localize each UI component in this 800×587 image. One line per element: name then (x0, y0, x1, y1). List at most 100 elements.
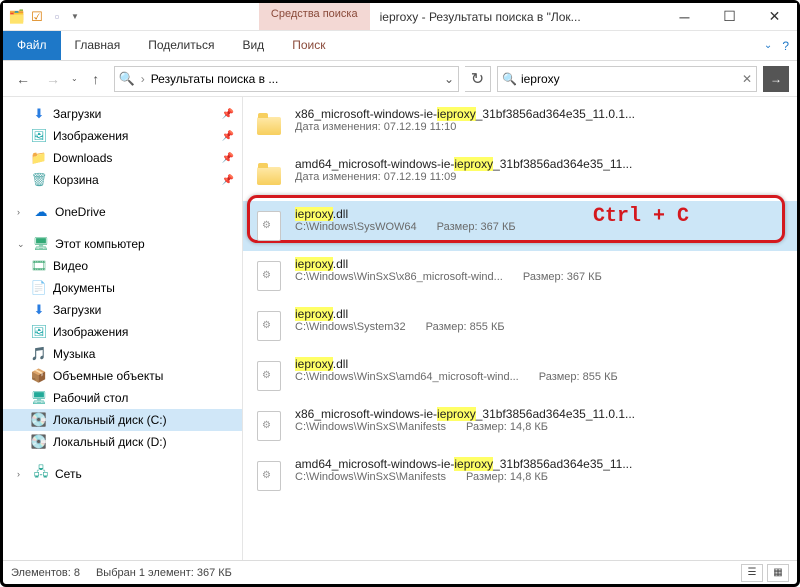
file-icon (253, 407, 285, 445)
result-filename: amd64_microsoft-windows-ie-ieproxy_31bf3… (295, 157, 787, 171)
result-details: C:\Windows\SysWOW64Размер: 367 КБ (295, 221, 787, 233)
download-icon: ⬇ (31, 106, 47, 122)
back-button[interactable]: ← (11, 67, 35, 91)
close-button[interactable]: ✕ (752, 3, 797, 31)
ribbon-tabs: Файл Главная Поделиться Вид Поиск ⌄ ? (3, 31, 797, 61)
tab-share[interactable]: Поделиться (134, 31, 228, 60)
minimize-button[interactable]: ─ (662, 3, 707, 31)
chevron-down-icon[interactable]: ⌄ (17, 239, 27, 250)
3d-icon: 📦 (31, 368, 47, 384)
breadcrumb-separator: › (141, 72, 145, 86)
desktop-icon: 🖥 (31, 390, 47, 406)
sidebar-item-documents[interactable]: 📄Документы (3, 277, 242, 299)
history-dropdown[interactable]: ⌄ (71, 74, 78, 83)
sidebar-item-pictures2[interactable]: 🖼Изображения (3, 321, 242, 343)
sidebar-item-pictures[interactable]: 🖼Изображения📌 (3, 125, 242, 147)
address-bar[interactable]: 🔍 › Результаты поиска в ... ⌄ (114, 66, 459, 92)
pin-icon: 📌 (222, 153, 234, 164)
navigation-pane[interactable]: ⬇Загрузки📌 🖼Изображения📌 📁Downloads📌 🗑Ко… (3, 97, 243, 560)
search-box[interactable]: 🔍 ✕ (497, 66, 757, 92)
forward-button[interactable]: → (41, 67, 65, 91)
result-row[interactable]: ieproxy.dllC:\Windows\SysWOW64Размер: 36… (243, 201, 797, 251)
file-icon (253, 457, 285, 495)
result-row[interactable]: x86_microsoft-windows-ie-ieproxy_31bf385… (243, 101, 797, 151)
titlebar: 🗂️ ☑ ▫ ▼ Средства поиска ieproxy - Резул… (3, 3, 797, 31)
result-filename: x86_microsoft-windows-ie-ieproxy_31bf385… (295, 407, 787, 421)
result-row[interactable]: amd64_microsoft-windows-ie-ieproxy_31bf3… (243, 151, 797, 201)
video-icon: 🎞 (31, 258, 47, 274)
new-folder-icon[interactable]: ▫ (49, 9, 65, 25)
search-location-icon: 🔍 (119, 71, 135, 87)
result-filename: ieproxy.dll (295, 307, 787, 321)
folder-icon: 📁 (31, 150, 47, 166)
help-icon[interactable]: ? (782, 39, 789, 53)
sidebar-item-video[interactable]: 🎞Видео (3, 255, 242, 277)
search-icon: 🔍 (502, 72, 517, 86)
result-details: C:\Windows\WinSxS\ManifestsРазмер: 14,8 … (295, 421, 787, 433)
tab-view[interactable]: Вид (228, 31, 278, 60)
sidebar-item-music[interactable]: 🎵Музыка (3, 343, 242, 365)
results-pane[interactable]: Ctrl + C x86_microsoft-windows-ie-ieprox… (243, 97, 797, 560)
result-row[interactable]: ieproxy.dllC:\Windows\WinSxS\amd64_micro… (243, 351, 797, 401)
window-title: ieproxy - Результаты поиска в "Лок... (370, 10, 662, 24)
up-button[interactable]: ↑ (84, 67, 108, 91)
search-input[interactable] (521, 72, 738, 86)
status-selection: Выбран 1 элемент: 367 КБ (96, 567, 232, 579)
result-row[interactable]: ieproxy.dllC:\Windows\System32Размер: 85… (243, 301, 797, 351)
disk-icon: 💽 (31, 434, 47, 450)
download-icon: ⬇ (31, 302, 47, 318)
view-icons-button[interactable]: ▦ (767, 564, 789, 582)
file-icon (253, 207, 285, 245)
navigation-bar: ← → ⌄ ↑ 🔍 › Результаты поиска в ... ⌄ ↻ … (3, 61, 797, 97)
clear-search-icon[interactable]: ✕ (742, 72, 752, 86)
result-filename: amd64_microsoft-windows-ie-ieproxy_31bf3… (295, 457, 787, 471)
file-icon (253, 257, 285, 295)
sidebar-item-desktop[interactable]: 🖥Рабочий стол (3, 387, 242, 409)
ribbon-expand-icon[interactable]: ⌄ (764, 40, 772, 51)
pin-icon: 📌 (222, 175, 234, 186)
tab-file[interactable]: Файл (3, 31, 61, 60)
result-details: C:\Windows\WinSxS\x86_microsoft-wind...Р… (295, 271, 787, 283)
sidebar-item-3dobjects[interactable]: 📦Объемные объекты (3, 365, 242, 387)
result-filename: ieproxy.dll (295, 257, 787, 271)
quick-access-toolbar: 🗂️ ☑ ▫ ▼ (3, 9, 79, 25)
sidebar-item-downloads2[interactable]: ⬇Загрузки (3, 299, 242, 321)
result-details: Дата изменения: 07.12.19 11:10 (295, 121, 787, 133)
sidebar-item-downloads[interactable]: ⬇Загрузки📌 (3, 103, 242, 125)
sidebar-network[interactable]: ›🖧Сеть (3, 463, 242, 485)
result-filename: ieproxy.dll (295, 207, 787, 221)
onedrive-icon: ☁ (33, 204, 49, 220)
result-row[interactable]: x86_microsoft-windows-ie-ieproxy_31bf385… (243, 401, 797, 451)
breadcrumb[interactable]: Результаты поиска в ... (151, 72, 279, 86)
result-row[interactable]: ieproxy.dllC:\Windows\WinSxS\x86_microso… (243, 251, 797, 301)
disk-icon: 💽 (31, 412, 47, 428)
sidebar-thispc[interactable]: ⌄🖥Этот компьютер (3, 233, 242, 255)
result-details: C:\Windows\WinSxS\ManifestsРазмер: 14,8 … (295, 471, 787, 483)
result-details: C:\Windows\System32Размер: 855 КБ (295, 321, 787, 333)
result-row[interactable]: amd64_microsoft-windows-ie-ieproxy_31bf3… (243, 451, 797, 501)
network-icon: 🖧 (33, 466, 49, 482)
sidebar-item-disk-c[interactable]: 💽Локальный диск (C:) (3, 409, 242, 431)
refresh-button[interactable]: ↻ (465, 66, 491, 92)
sidebar-onedrive[interactable]: ›☁OneDrive (3, 201, 242, 223)
search-tools-tab[interactable]: Средства поиска (259, 3, 370, 30)
tab-home[interactable]: Главная (61, 31, 135, 60)
sidebar-item-recycle[interactable]: 🗑Корзина📌 (3, 169, 242, 191)
folder-icon (253, 157, 285, 195)
pin-icon: 📌 (222, 131, 234, 142)
sidebar-item-downloads-en[interactable]: 📁Downloads📌 (3, 147, 242, 169)
status-item-count: Элементов: 8 (11, 567, 80, 579)
address-dropdown-icon[interactable]: ⌄ (444, 72, 454, 86)
properties-icon[interactable]: ☑ (29, 9, 45, 25)
search-go-button[interactable]: → (763, 66, 789, 92)
maximize-button[interactable]: ☐ (707, 3, 752, 31)
qat-dropdown-icon[interactable]: ▼ (71, 12, 79, 21)
status-bar: Элементов: 8 Выбран 1 элемент: 367 КБ ☰ … (3, 560, 797, 584)
explorer-icon: 🗂️ (9, 9, 25, 25)
view-details-button[interactable]: ☰ (741, 564, 763, 582)
tab-search[interactable]: Поиск (278, 31, 339, 60)
chevron-icon[interactable]: › (17, 207, 27, 217)
recycle-icon: 🗑 (31, 172, 47, 188)
sidebar-item-disk-d[interactable]: 💽Локальный диск (D:) (3, 431, 242, 453)
chevron-icon[interactable]: › (17, 469, 27, 479)
